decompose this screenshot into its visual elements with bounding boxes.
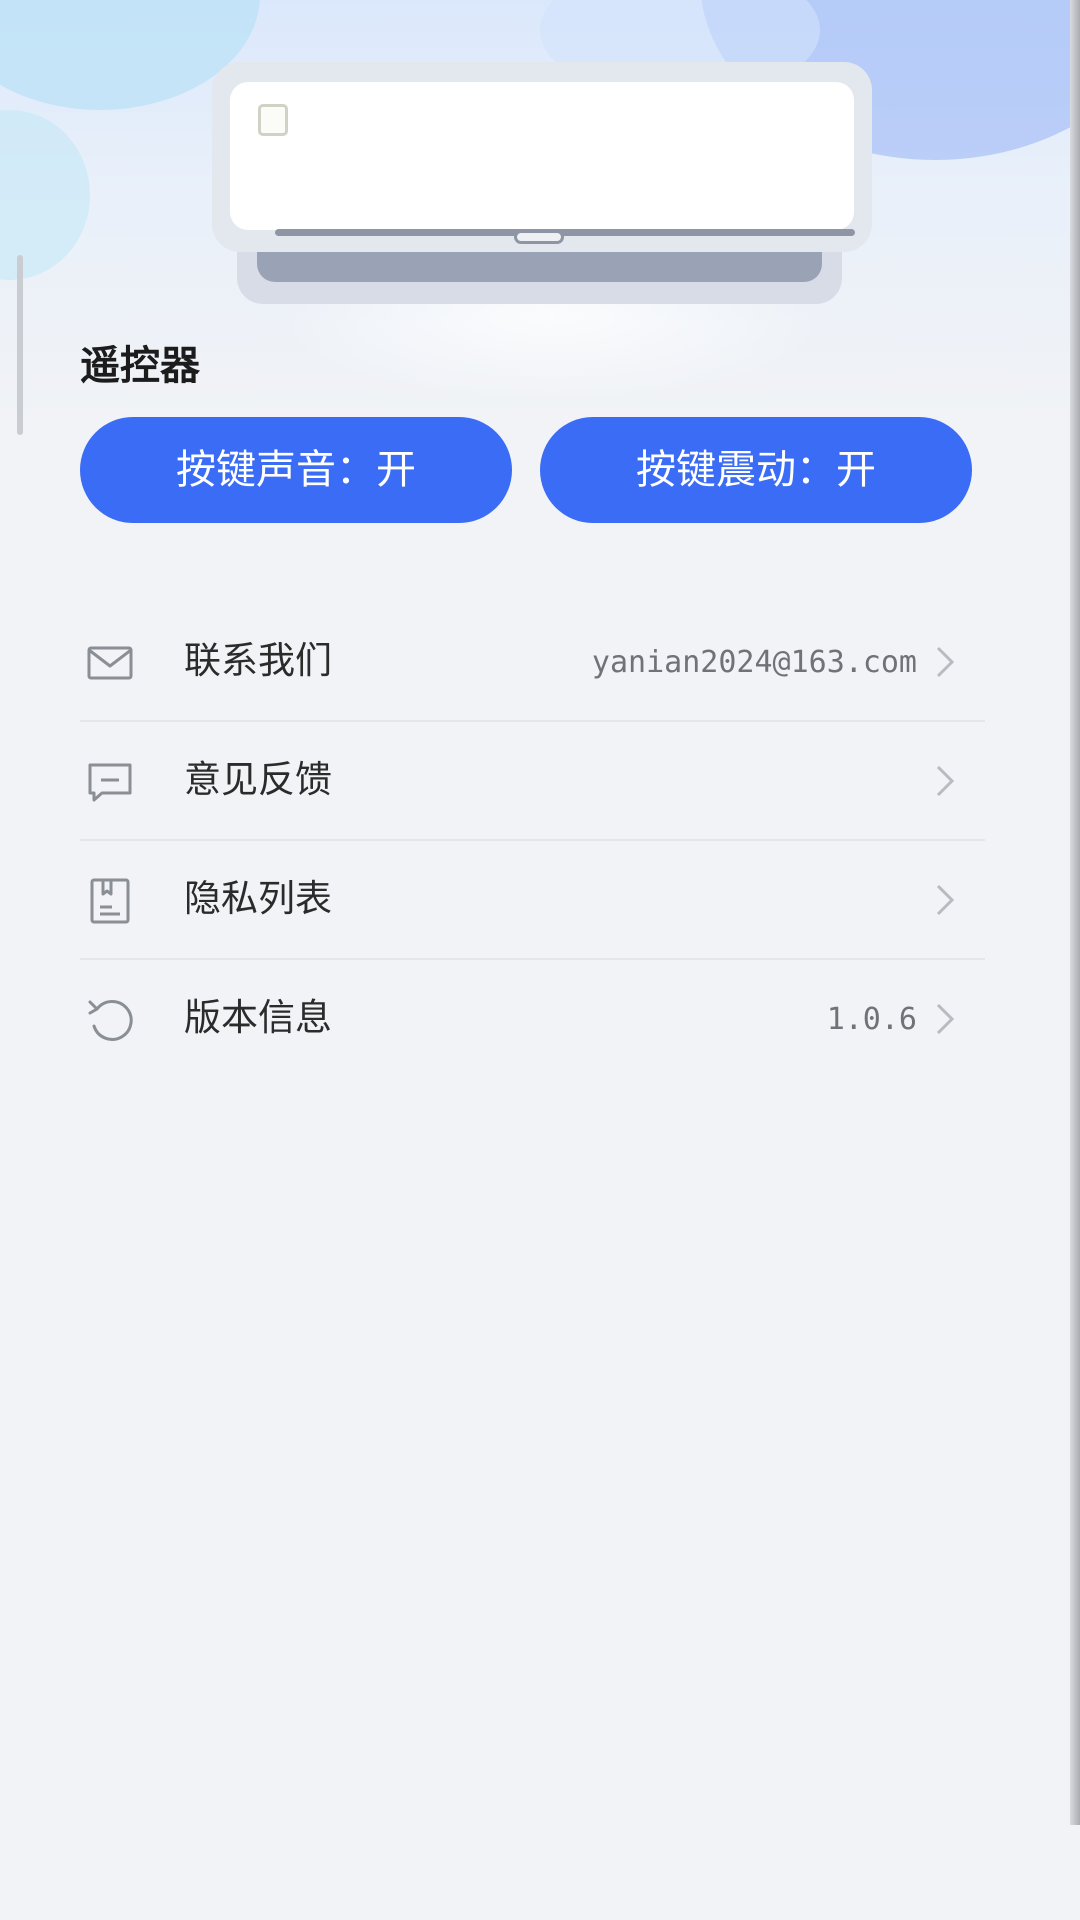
chevron-right-icon [935, 1002, 955, 1036]
air-conditioner-handle [514, 230, 564, 244]
chevron-right-icon [935, 645, 955, 679]
settings-row-label: 版本信息 [184, 996, 332, 1039]
settings-list: 联系我们 yanian2024@163.com 意见反馈 隐私列表 版本信息 1… [80, 603, 985, 1079]
version-value: 1.0.6 [826, 1002, 917, 1037]
contact-email-value: yanian2024@163.com [591, 645, 917, 680]
key-vibration-toggle-button[interactable]: 按键震动：开 [540, 417, 972, 523]
settings-row-label: 联系我们 [184, 639, 332, 682]
section-title: 遥控器 [80, 343, 200, 389]
settings-row-label: 隐私列表 [184, 877, 332, 920]
mail-icon [86, 639, 134, 687]
settings-row-version[interactable]: 版本信息 1.0.6 [80, 960, 985, 1079]
settings-row-label: 意见反馈 [184, 758, 332, 801]
air-conditioner-line [275, 229, 855, 236]
chevron-right-icon [935, 764, 955, 798]
settings-row-privacy[interactable]: 隐私列表 [80, 841, 985, 960]
air-conditioner-panel [230, 82, 855, 236]
scroll-indicator[interactable] [17, 255, 23, 435]
screen-edge [1070, 0, 1080, 1825]
settings-row-contact[interactable]: 联系我们 yanian2024@163.com [80, 603, 985, 722]
air-conditioner-icon [212, 62, 872, 402]
air-conditioner-vent [257, 252, 822, 282]
privacy-icon [86, 877, 134, 925]
decor-bubble [0, 110, 90, 280]
chevron-right-icon [935, 883, 955, 917]
indicator-light-icon [258, 104, 288, 136]
remote-settings-page: 遥控器 按键声音：开 按键震动：开 联系我们 yanian2024@163.co… [0, 0, 1080, 1920]
key-sound-toggle-button[interactable]: 按键声音：开 [80, 417, 512, 523]
feedback-icon [86, 758, 134, 806]
settings-row-feedback[interactable]: 意见反馈 [80, 722, 985, 841]
refresh-icon [86, 996, 134, 1044]
